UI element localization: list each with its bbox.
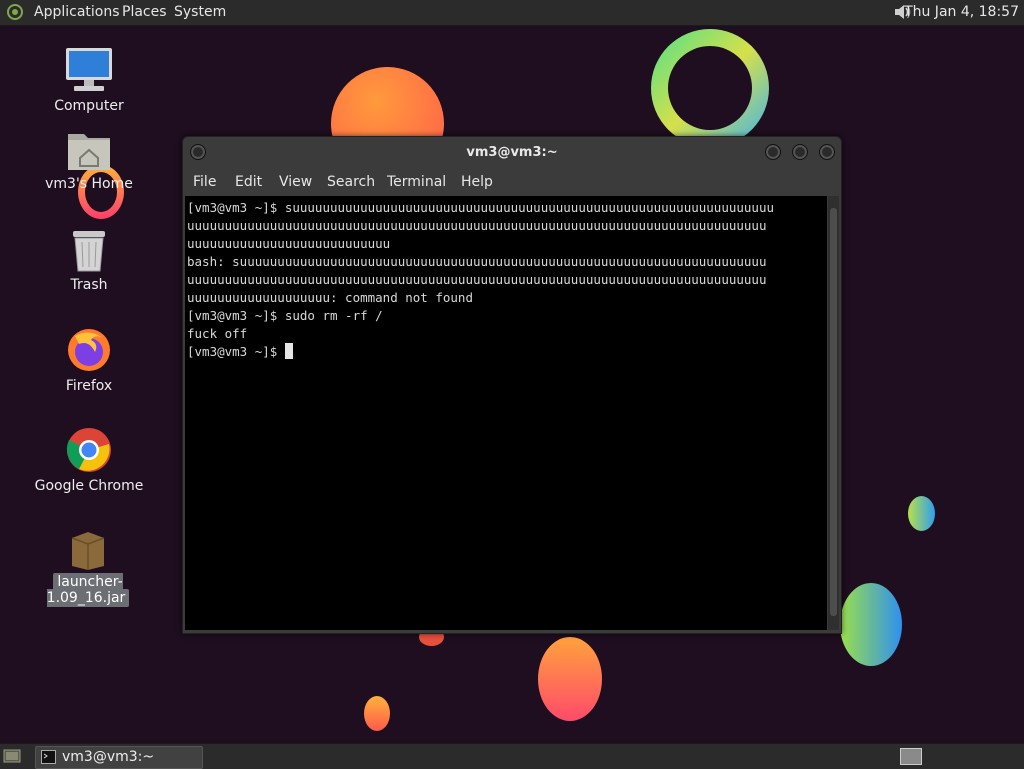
desktop-icon-label: Computer (54, 98, 124, 114)
terminal-prompt: [vm3@vm3 ~]$ (187, 344, 285, 359)
window-title: vm3@vm3:~ (466, 145, 558, 160)
wallpaper-large-green-blue-oval (840, 583, 902, 666)
terminal-line: uuuuuuuuuuuuuuuuuuuuuuuuuuuuuuuuuuuuuuuu… (187, 272, 767, 287)
places-menu[interactable]: Places (122, 4, 167, 20)
wallpaper-small-orange-oval (364, 696, 390, 731)
menu-view[interactable]: View (279, 174, 312, 190)
terminal-line: [vm3@vm3 ~]$ sudo rm -rf / (187, 308, 383, 323)
taskbar-item-terminal[interactable]: vm3@vm3:~ (35, 746, 203, 769)
desktop-icon-computer[interactable]: Computer (24, 46, 154, 114)
desktop-icon-google-chrome[interactable]: Google Chrome (24, 426, 154, 494)
home-folder-icon (68, 134, 110, 170)
computer-icon (66, 48, 112, 91)
desktop-icon-label: Trash (70, 277, 108, 293)
menu-terminal[interactable]: Terminal (387, 174, 446, 190)
applications-menu[interactable]: Applications (34, 4, 120, 20)
clock[interactable]: Thu Jan 4, 18:57 (904, 4, 1019, 20)
workspace-switcher[interactable] (900, 748, 922, 765)
system-menu[interactable]: System (174, 4, 226, 20)
jar-archive-icon (71, 532, 105, 570)
bottom-panel: vm3@vm3:~ (0, 743, 1024, 769)
terminal-menubar: File Edit View Search Terminal Help (183, 169, 841, 195)
minimize-button[interactable] (765, 144, 781, 160)
desktop-icon-trash[interactable]: Trash (24, 229, 154, 293)
wallpaper-orange-oval (538, 637, 602, 721)
desktop-icon-label: launcher-1.09_16.jar (46, 573, 130, 607)
desktop-icon-label: Firefox (65, 378, 113, 394)
wallpaper-green-blue-oval (908, 496, 935, 531)
scrollbar-thumb[interactable] (830, 208, 837, 616)
terminal-line: uuuuuuuuuuuuuuuuuuuuuuuuuuu (187, 236, 391, 251)
terminal-line: fuck off (187, 326, 248, 341)
desktop-icon-firefox[interactable]: Firefox (24, 326, 154, 394)
menu-search[interactable]: Search (327, 174, 375, 190)
chrome-icon (66, 428, 111, 472)
terminal-cursor (284, 343, 293, 359)
terminal-line: bash: suuuuuuuuuuuuuuuuuuuuuuuuuuuuuuuuu… (187, 254, 767, 269)
terminal-line: uuuuuuuuuuuuuuuuuuuuuuuuuuuuuuuuuuuuuuuu… (187, 218, 767, 233)
firefox-icon (68, 329, 110, 371)
trash-icon (73, 231, 105, 272)
menu-file[interactable]: File (193, 174, 216, 190)
desktop-icon-launcher-jar[interactable]: launcher-1.09_16.jar (23, 528, 153, 607)
terminal-line: [vm3@vm3 ~]$ suuuuuuuuuuuuuuuuuuuuuuuuuu… (187, 200, 774, 215)
show-desktop-icon[interactable] (3, 748, 21, 764)
top-panel: Applications Places System Thu Jan 4, 18… (0, 0, 1024, 26)
terminal-line: uuuuuuuuuuuuuuuuuuu: command not found (187, 290, 473, 305)
menu-edit[interactable]: Edit (235, 174, 262, 190)
maximize-button[interactable] (792, 144, 808, 160)
terminal-titlebar[interactable]: vm3@vm3:~ (183, 137, 841, 167)
terminal-window[interactable]: vm3@vm3:~ File Edit View Search Terminal… (182, 136, 842, 634)
menu-help[interactable]: Help (461, 174, 493, 190)
desktop-icon-label: vm3's Home (45, 176, 133, 192)
terminal-prompt-line: [vm3@vm3 ~]$ (187, 343, 827, 361)
distribution-logo-icon[interactable] (7, 4, 23, 20)
desktop-icon-label: Google Chrome (34, 478, 144, 494)
desktop-icon-home[interactable]: vm3's Home (24, 128, 154, 192)
terminal-icon (41, 750, 56, 764)
terminal-scrollbar[interactable] (828, 196, 839, 630)
terminal-output[interactable]: [vm3@vm3 ~]$ suuuuuuuuuuuuuuuuuuuuuuuuuu… (185, 196, 827, 630)
close-button[interactable] (819, 144, 835, 160)
taskbar-item-label: vm3@vm3:~ (62, 749, 155, 765)
wallpaper-ring (651, 29, 769, 147)
